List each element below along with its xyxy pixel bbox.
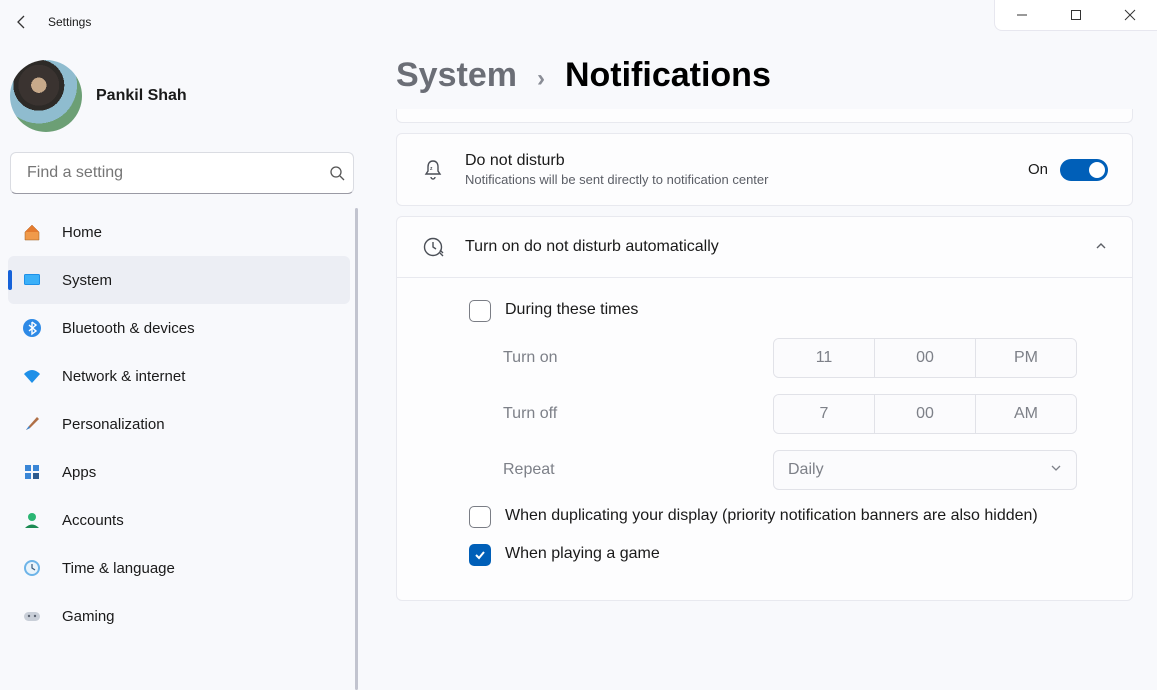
breadcrumb: System › Notifications	[396, 56, 1133, 95]
turn-on-time[interactable]: 11 00 PM	[773, 338, 1077, 378]
dnd-card: z Do not disturb Notifications will be s…	[396, 133, 1133, 206]
turn-off-time[interactable]: 7 00 AM	[773, 394, 1077, 434]
chevron-down-icon	[1050, 461, 1062, 479]
main-content: System › Notifications z Do not disturb …	[360, 44, 1157, 690]
titlebar: Settings	[0, 0, 1157, 44]
sidebar: Pankil Shah Home System Bluetooth & devi…	[0, 44, 360, 690]
nav-label: Network & internet	[62, 368, 185, 385]
turn-on-hour[interactable]: 11	[774, 339, 875, 377]
nav-bluetooth[interactable]: Bluetooth & devices	[8, 304, 350, 352]
nav-home[interactable]: Home	[8, 208, 350, 256]
nav-label: System	[62, 272, 112, 289]
repeat-select[interactable]: Daily	[773, 450, 1077, 490]
window-controls	[994, 0, 1157, 31]
nav-label: Bluetooth & devices	[62, 320, 195, 337]
turn-off-ampm[interactable]: AM	[976, 395, 1076, 433]
accounts-icon	[22, 510, 42, 530]
nav-network[interactable]: Network & internet	[8, 352, 350, 400]
auto-dnd-panel: During these times Turn on 11 00 PM Turn…	[397, 277, 1132, 600]
nav-label: Apps	[62, 464, 96, 481]
app-title: Settings	[48, 15, 91, 29]
chevron-right-icon: ›	[537, 65, 545, 93]
dnd-subtitle: Notifications will be sent directly to n…	[465, 172, 1008, 187]
nav-label: Accounts	[62, 512, 124, 529]
dnd-toggle[interactable]	[1060, 159, 1108, 181]
nav-personalization[interactable]: Personalization	[8, 400, 350, 448]
search-input[interactable]	[25, 163, 329, 183]
maximize-button[interactable]	[1049, 0, 1103, 30]
turn-off-label: Turn off	[503, 405, 773, 423]
sidebar-scrollbar[interactable]	[355, 208, 358, 690]
repeat-value: Daily	[788, 461, 824, 479]
during-times-label: During these times	[505, 299, 638, 321]
profile-section[interactable]: Pankil Shah	[8, 44, 360, 152]
avatar	[10, 60, 82, 132]
nav-label: Gaming	[62, 608, 115, 625]
turn-off-hour[interactable]: 7	[774, 395, 875, 433]
svg-text:z: z	[430, 166, 433, 172]
playing-game-checkbox[interactable]	[469, 544, 491, 566]
apps-icon	[22, 462, 42, 482]
nav-gaming[interactable]: Gaming	[8, 592, 350, 640]
breadcrumb-current: Notifications	[565, 56, 771, 95]
during-times-checkbox[interactable]	[469, 300, 491, 322]
previous-card-edge	[396, 109, 1133, 123]
nav-label: Home	[62, 224, 102, 241]
turn-on-minute[interactable]: 00	[875, 339, 976, 377]
gaming-icon	[22, 606, 42, 626]
nav-time[interactable]: Time & language	[8, 544, 350, 592]
clock-icon	[22, 558, 42, 578]
search-icon	[329, 165, 345, 181]
breadcrumb-parent[interactable]: System	[396, 56, 517, 95]
duplicating-display-label: When duplicating your display (priority …	[505, 505, 1038, 527]
dnd-title: Do not disturb	[465, 152, 1008, 170]
back-button[interactable]	[14, 14, 30, 30]
search-box[interactable]	[10, 152, 354, 194]
nav-system[interactable]: System	[8, 256, 350, 304]
nav: Home System Bluetooth & devices Network …	[8, 208, 360, 640]
bluetooth-icon	[22, 318, 42, 338]
nav-label: Personalization	[62, 416, 165, 433]
dnd-icon: z	[421, 158, 445, 182]
dnd-toggle-label: On	[1028, 161, 1048, 178]
profile-name: Pankil Shah	[96, 87, 187, 105]
auto-dnd-card: Turn on do not disturb automatically Dur…	[396, 216, 1133, 601]
wifi-icon	[22, 366, 42, 386]
duplicating-display-checkbox[interactable]	[469, 506, 491, 528]
minimize-button[interactable]	[995, 0, 1049, 30]
turn-on-ampm[interactable]: PM	[976, 339, 1076, 377]
auto-dnd-title: Turn on do not disturb automatically	[465, 238, 1074, 256]
nav-apps[interactable]: Apps	[8, 448, 350, 496]
repeat-label: Repeat	[503, 461, 773, 479]
playing-game-label: When playing a game	[505, 543, 660, 565]
home-icon	[22, 222, 42, 242]
chevron-up-icon	[1094, 239, 1108, 256]
clock-outline-icon	[421, 235, 445, 259]
nav-label: Time & language	[62, 560, 175, 577]
auto-dnd-expander[interactable]: Turn on do not disturb automatically	[397, 217, 1132, 277]
brush-icon	[22, 414, 42, 434]
close-button[interactable]	[1103, 0, 1157, 30]
turn-on-label: Turn on	[503, 349, 773, 367]
nav-accounts[interactable]: Accounts	[8, 496, 350, 544]
system-icon	[22, 270, 42, 290]
turn-off-minute[interactable]: 00	[875, 395, 976, 433]
